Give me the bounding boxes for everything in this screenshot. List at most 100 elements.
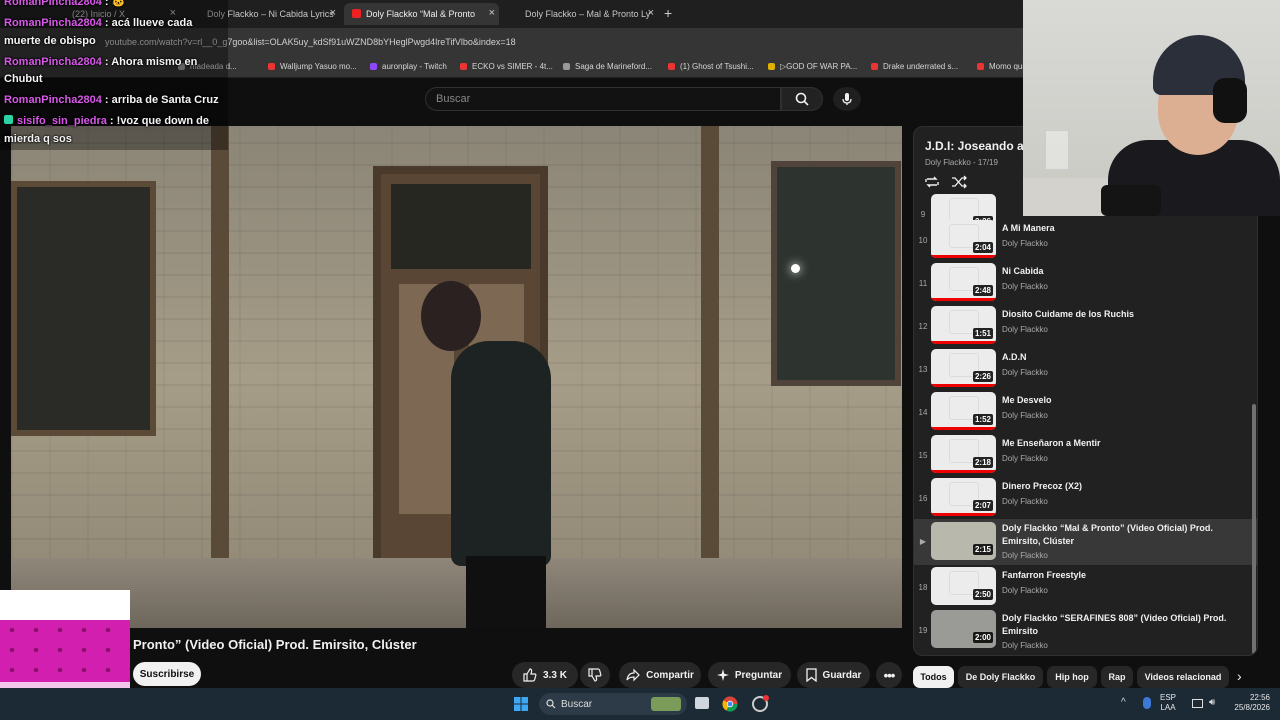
windows-start-icon[interactable] (514, 697, 528, 711)
chat-line: muerte de obispo (4, 35, 96, 47)
tab-label: Doly Flackko – Mal & Pronto Ly (525, 9, 651, 19)
duration-badge: 2:00 (972, 632, 993, 643)
watched-progress-bar (931, 255, 996, 258)
playlist-item-index: 9 (920, 210, 926, 219)
chip-de-doly-flackko[interactable]: De Doly Flackko (958, 666, 1043, 688)
playlist-item[interactable]: 19 2:00 Doly Flackko “SERAFINES 808” (Vi… (914, 609, 1257, 655)
chrome-icon[interactable] (722, 696, 738, 712)
chat-line: RomanPincha2804 : Ahora mismo en (4, 56, 198, 68)
bookmark-item[interactable]: ECKO vs SIMER - 4t... (460, 62, 553, 71)
new-tab-icon[interactable]: + (664, 5, 672, 21)
dislike-button[interactable] (580, 662, 610, 688)
close-icon[interactable]: × (489, 7, 495, 19)
task-view-icon[interactable] (695, 697, 709, 709)
search-button[interactable] (781, 87, 823, 111)
ask-button[interactable]: Preguntar (708, 662, 791, 688)
playlist-item[interactable]: 12 1:51 Diosito Cuidame de los Ruchis Do… (914, 305, 1257, 348)
chip-hip-hop[interactable]: Hip hop (1047, 666, 1097, 688)
close-icon[interactable]: × (330, 7, 336, 19)
tab-mal-y-pronto-lyrics[interactable]: Doly Flackko – Mal & Pronto Ly × (503, 3, 658, 25)
shuffle-icon[interactable] (951, 175, 967, 189)
chip-videos-relacionados[interactable]: Videos relacionad (1137, 666, 1229, 688)
tab-mal-y-pronto-video[interactable]: Doly Flackko “Mal & Pronto × (344, 3, 499, 25)
playlist-item[interactable]: 13 2:26 A.D.N Doly Flackko (914, 348, 1257, 391)
chip-rap[interactable]: Rap (1101, 666, 1133, 688)
video-frame (451, 341, 551, 566)
bookmark-item[interactable]: Momo quie (977, 62, 1029, 71)
playlist-item[interactable]: 15 2:18 Me Enseñaron a Mentir Doly Flack… (914, 434, 1257, 477)
share-button[interactable]: Compartir (619, 662, 701, 688)
bookmark-item[interactable]: Drake underrated s... (871, 62, 958, 71)
playlist-item-thumbnail: 1:52 (931, 392, 996, 430)
monitor-icon[interactable] (1192, 699, 1203, 708)
watched-progress-bar (931, 341, 996, 344)
playlist-item-artist: Doly Flackko (1002, 551, 1048, 560)
watched-progress-bar (931, 298, 996, 301)
playlist-item-thumbnail: 2:50 (931, 567, 996, 605)
playlist-item-now-playing[interactable]: ▶ 2:15 Doly Flackko “Mal & Pronto” (Vide… (914, 519, 1257, 565)
bookmark-item[interactable]: Saga de Marineford... (563, 62, 652, 71)
playlist-item-artist: Doly Flackko (1002, 497, 1048, 506)
search-input[interactable]: Buscar (425, 87, 781, 111)
playlist-item-artist: Doly Flackko (1002, 641, 1048, 650)
notification-dot-icon (763, 695, 769, 701)
chat-line: RomanPincha2804 : 🐱 (4, 0, 126, 8)
playlist-item-thumbnail: 2:48 (931, 263, 996, 301)
more-actions-button[interactable]: ••• (876, 662, 902, 688)
playlist-item[interactable]: 16 2:07 Dinero Precoz (X2) Doly Flackko (914, 477, 1257, 520)
playlist-scrollbar[interactable] (1252, 404, 1256, 654)
video-frame (11, 558, 902, 628)
playlist-item[interactable]: 11 2:48 Ni Cabida Doly Flackko (914, 262, 1257, 305)
clock[interactable]: 22:56 25/8/2026 (1228, 693, 1270, 713)
playlist-item-title: Ni Cabida (1002, 266, 1044, 276)
playlist-item[interactable]: 18 2:50 Fanfarron Freestyle Doly Flackko (914, 566, 1257, 609)
search-placeholder: Buscar (436, 93, 471, 105)
playlist-item-thumbnail: 2:18 (931, 435, 996, 473)
playlist-item-index: 16 (918, 494, 928, 503)
playlist-item-title: Dinero Precoz (X2) (1002, 481, 1083, 491)
playlist-item-title: Doly Flackko “Mal & Pronto” (Video Ofici… (1002, 523, 1213, 546)
save-button[interactable]: Guardar (797, 662, 870, 688)
tray-app-icon[interactable] (1143, 697, 1151, 709)
chat-line: RomanPincha2804 : acá llueve cada (4, 17, 193, 29)
share-label: Compartir (646, 669, 694, 681)
save-label: Guardar (822, 669, 862, 681)
close-icon[interactable]: × (648, 7, 654, 19)
playlist-item-thumbnail: 2:26 (931, 349, 996, 387)
bookmark-icon (563, 63, 570, 70)
youtube-icon (977, 63, 984, 70)
taskbar-search[interactable]: Buscar (539, 693, 687, 715)
video-frame (791, 264, 800, 273)
playlist-item-index: 12 (918, 322, 928, 331)
video-player[interactable] (11, 126, 902, 628)
playlist-subtitle: Doly Flackko - 17/19 (925, 158, 998, 167)
duration-badge: 2:18 (972, 457, 993, 468)
playlist-item[interactable]: 14 1:52 Me Desvelo Doly Flackko (914, 391, 1257, 434)
playlist-item[interactable]: 10 2:04 A Mi Manera Doly Flackko (914, 219, 1257, 262)
video-frame (421, 281, 481, 351)
voice-search-button[interactable] (833, 87, 861, 111)
bookmark-item[interactable]: ▷GOD OF WAR PA... (768, 62, 857, 71)
bookmark-item[interactable]: Walljump Yasuo mo... (268, 62, 357, 71)
playlist-item-index: 13 (918, 365, 928, 374)
search-icon (546, 699, 556, 709)
video-frame (771, 161, 901, 386)
chip-todos[interactable]: Todos (913, 666, 954, 688)
chevron-right-icon[interactable]: › (1237, 668, 1242, 684)
duration-badge: 2:07 (972, 500, 993, 511)
like-button[interactable]: 3.3 K (512, 662, 578, 688)
video-title: Pronto” (Video Oficial) Prod. Emirsito, … (133, 637, 417, 652)
share-icon (626, 668, 640, 682)
youtube-icon (871, 63, 878, 70)
tray-chevron-up-icon[interactable]: ^ (1121, 697, 1126, 708)
bookmark-item[interactable]: auronplay - Twitch (370, 62, 447, 71)
loop-icon[interactable] (924, 175, 940, 189)
language-indicator[interactable]: ESP LAA (1160, 693, 1176, 713)
bookmark-item[interactable]: (1) Ghost of Tsushi... (668, 62, 754, 71)
crown-icon (768, 63, 775, 70)
subscribe-button[interactable]: Suscribirse (133, 662, 201, 686)
volume-icon[interactable]: 🔊︎ (1209, 697, 1215, 708)
playlist-item-artist: Doly Flackko (1002, 368, 1048, 377)
playlist-item-title: A.D.N (1002, 352, 1027, 362)
microphone-icon (842, 93, 852, 105)
